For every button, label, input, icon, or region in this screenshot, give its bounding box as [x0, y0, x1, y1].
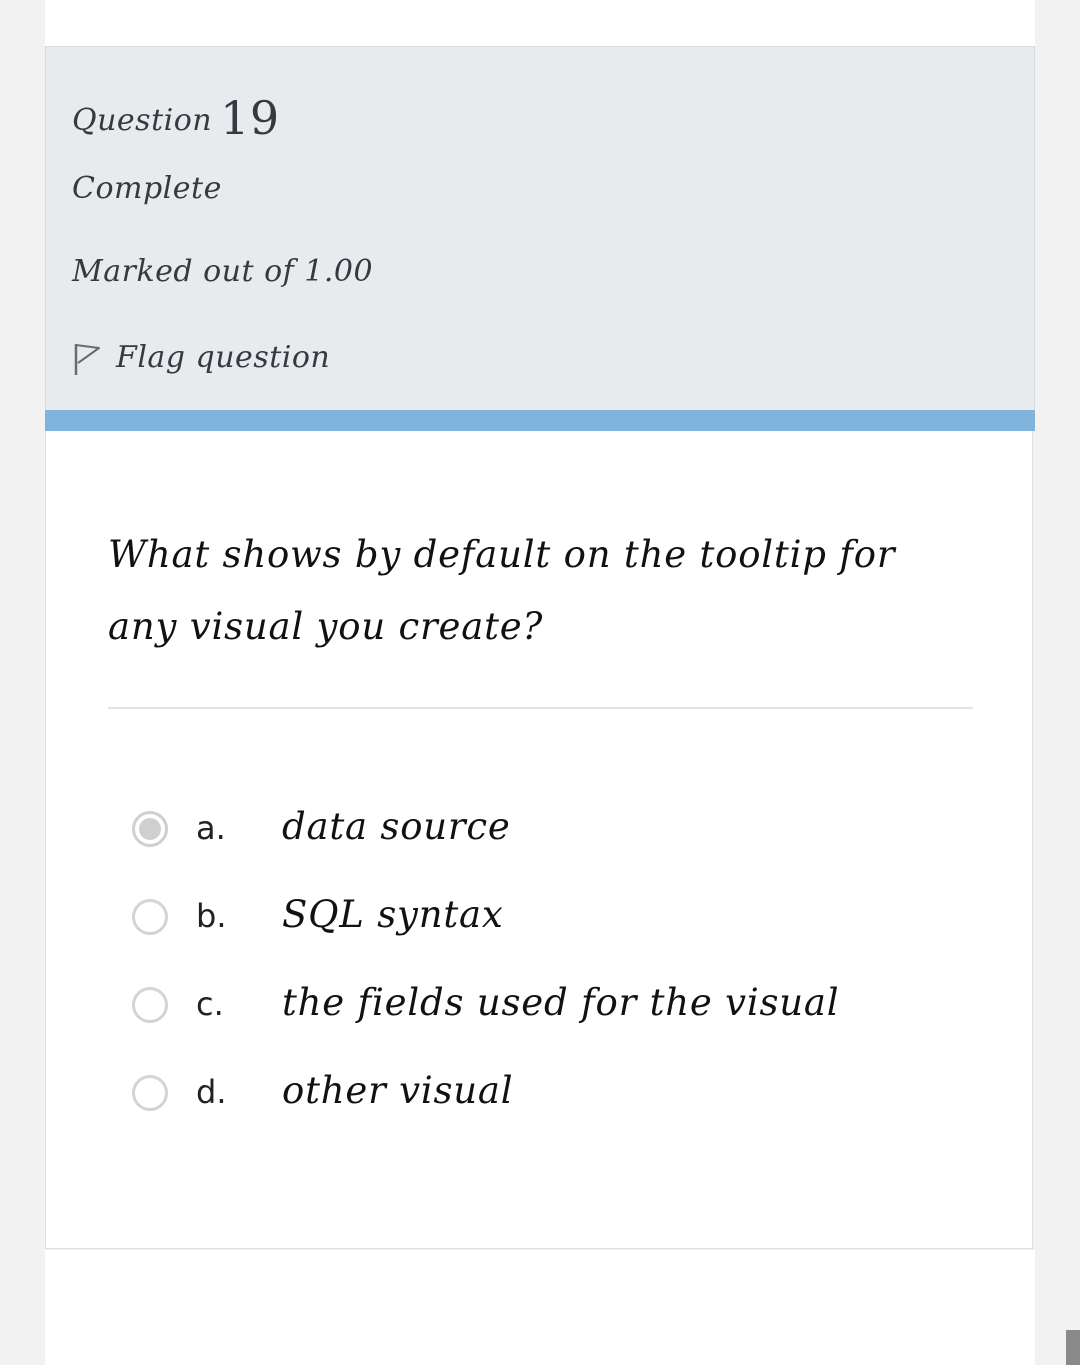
question-state: Complete: [72, 171, 222, 206]
radio-button-d[interactable]: [132, 1075, 168, 1111]
flag-question-label: Flag question: [116, 339, 331, 375]
question-title: Question 19: [72, 87, 280, 145]
answer-text-c: the fields used for the visual: [282, 981, 840, 1024]
answer-text-b: SQL syntax: [282, 893, 504, 936]
answer-option-b[interactable]: b. SQL syntax: [132, 879, 992, 967]
answer-option-c[interactable]: c. the fields used for the visual: [132, 967, 992, 1055]
answer-option-a[interactable]: a. data source: [132, 791, 992, 879]
answer-letter-b: b.: [196, 897, 227, 935]
question-content: What shows by default on the tooltip for…: [45, 431, 1033, 1249]
question-label: Question: [72, 103, 213, 138]
next-section: [45, 1250, 1035, 1365]
question-info-panel: Question 19 Complete Marked out of 1.00 F…: [45, 46, 1035, 411]
radio-button-a[interactable]: [132, 811, 168, 847]
answer-letter-c: c.: [196, 985, 224, 1023]
radio-button-c[interactable]: [132, 987, 168, 1023]
radio-button-b[interactable]: [132, 899, 168, 935]
flag-icon: [72, 338, 116, 376]
divider: [108, 707, 973, 709]
accent-bar: [45, 410, 1035, 431]
answer-list: a. data source b. SQL syntax c. the fiel…: [132, 791, 992, 1143]
answer-option-d[interactable]: d. other visual: [132, 1055, 992, 1143]
question-number: 19: [220, 91, 280, 145]
question-grade: Marked out of 1.00: [72, 254, 374, 289]
flag-question-link[interactable]: Flag question: [72, 338, 330, 376]
answer-letter-d: d.: [196, 1073, 227, 1111]
scrollbar-thumb[interactable]: [1066, 1330, 1080, 1365]
top-strip: [45, 0, 1035, 46]
answer-text-d: other visual: [282, 1069, 514, 1112]
answer-text-a: data source: [282, 805, 511, 848]
question-text: What shows by default on the tooltip for…: [108, 533, 896, 648]
answer-letter-a: a.: [196, 809, 226, 847]
